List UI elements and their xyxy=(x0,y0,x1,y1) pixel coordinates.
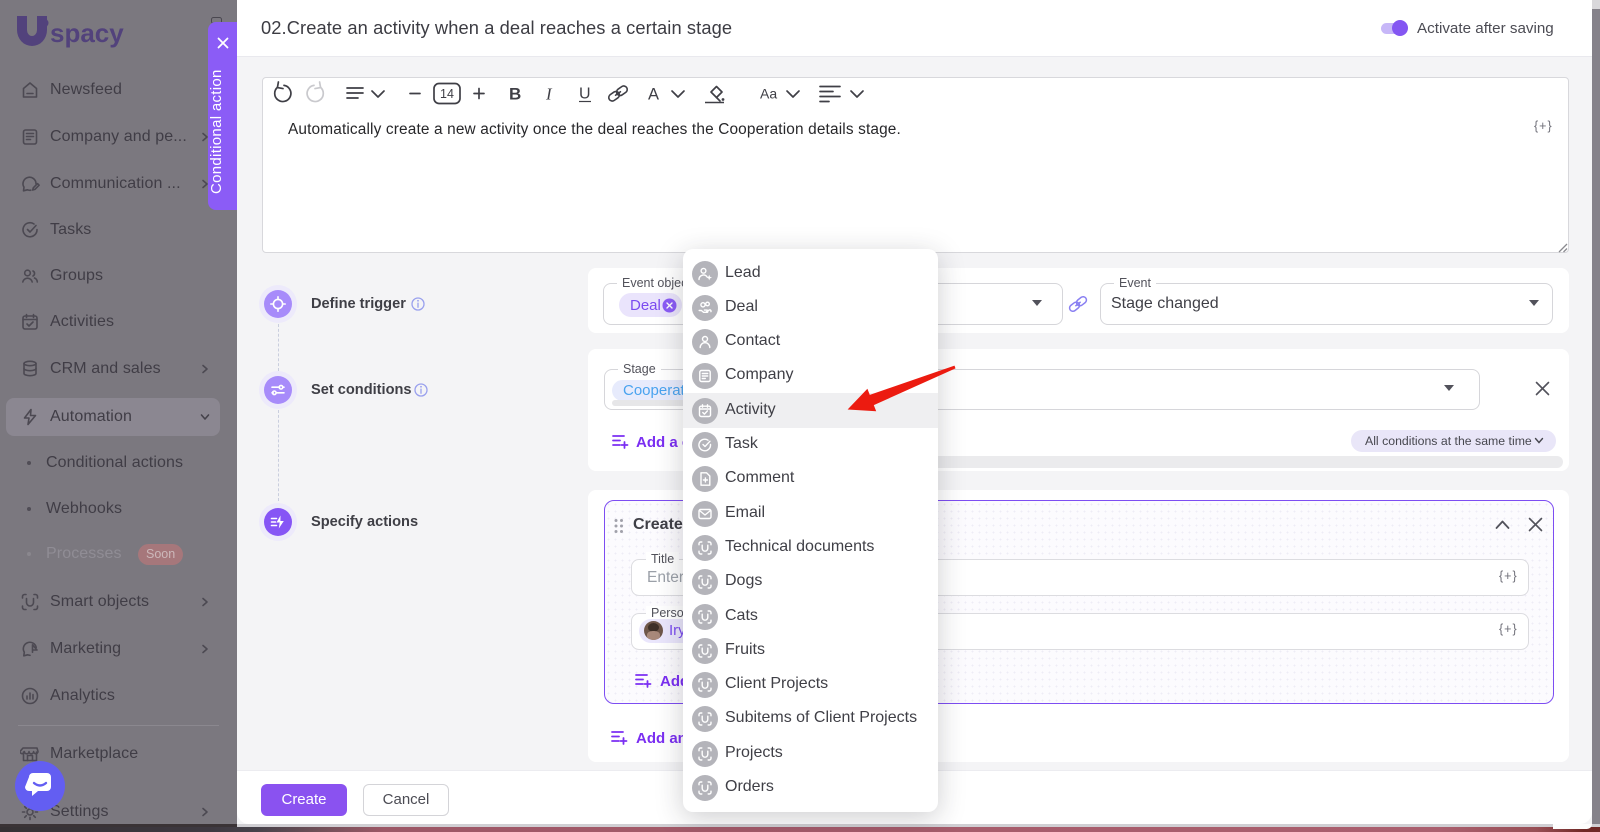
svg-text:14: 14 xyxy=(440,87,454,101)
svg-text:I: I xyxy=(545,85,553,104)
svg-text:Aa: Aa xyxy=(760,86,777,102)
svg-text:B: B xyxy=(509,85,521,104)
svg-text:spacy: spacy xyxy=(50,18,124,48)
svg-text:A: A xyxy=(648,86,659,104)
svg-text:U: U xyxy=(579,86,591,103)
